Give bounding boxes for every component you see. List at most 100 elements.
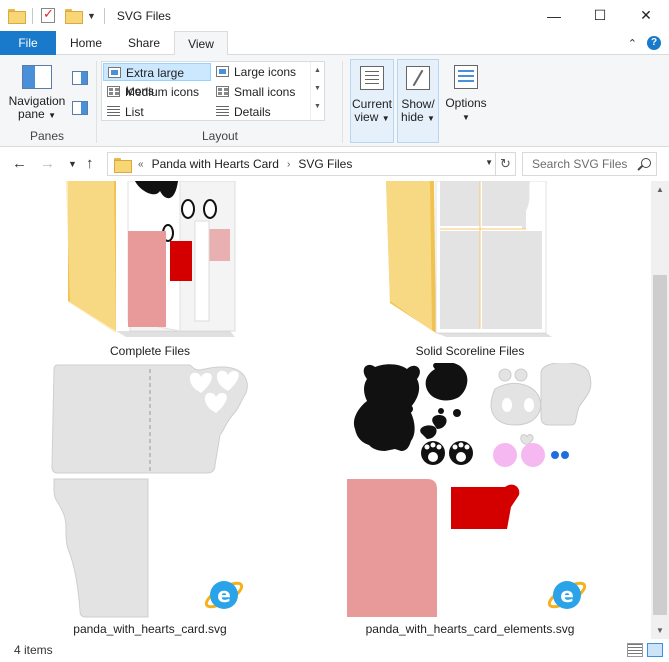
svg-tile-panda-with-hearts-card[interactable]: e: [50, 363, 250, 619]
item-count: 4 items: [14, 643, 53, 657]
chevron-down-icon: ▼: [48, 111, 56, 120]
options-label: Options: [445, 96, 487, 110]
chevron-down-icon: ▼: [381, 114, 390, 123]
file-name[interactable]: panda_with_hearts_card_elements.svg: [355, 622, 585, 636]
window-title: SVG Files: [116, 8, 171, 23]
tab-home[interactable]: Home: [62, 31, 110, 55]
layout-item-label: List: [125, 105, 144, 119]
svg-tile-panda-with-hearts-card-elements[interactable]: e: [345, 361, 595, 619]
internet-explorer-icon: e: [204, 581, 244, 609]
svg-text:e: e: [217, 583, 231, 607]
breadcrumb-overflow-icon[interactable]: «: [138, 159, 144, 170]
large-icons-view-icon[interactable]: [647, 643, 663, 657]
layout-extra-large-icons[interactable]: Extra large icons: [103, 63, 211, 98]
search-icon: [641, 158, 651, 168]
folder-icon: [114, 157, 132, 173]
file-name[interactable]: panda_with_hearts_card.svg: [60, 622, 240, 636]
current-view-label-2: view: [354, 110, 379, 124]
search-input[interactable]: Search SVG Files: [522, 152, 657, 176]
current-view-icon: [360, 66, 384, 90]
minimize-button[interactable]: —: [531, 0, 577, 31]
layout-gallery-scroll[interactable]: ▲ ▼ ▼: [310, 62, 324, 120]
customize-toolbar-chevron-icon[interactable]: ▼: [87, 11, 96, 21]
ribbon-tabs: File Home Share View ⌃ ?: [0, 31, 669, 56]
search-placeholder: Search SVG Files: [532, 157, 628, 171]
details-icon: [216, 106, 229, 117]
quick-access-toolbar: ▼: [0, 6, 109, 24]
scrollbar-thumb[interactable]: [653, 275, 667, 615]
details-pane-icon[interactable]: [72, 101, 88, 115]
properties-icon[interactable]: [41, 6, 55, 23]
title-bar: ▼ SVG Files — ☐ ✕: [0, 0, 669, 31]
folder-icon: [8, 9, 26, 24]
folder-tile-complete-files[interactable]: [60, 181, 240, 341]
folder-icon: [386, 181, 552, 337]
group-label-panes: Panes: [29, 129, 65, 143]
details-view-icon[interactable]: [627, 643, 643, 657]
navigation-pane-button[interactable]: Navigation pane ▼: [6, 59, 68, 122]
options-icon: [454, 65, 478, 89]
maximize-button[interactable]: ☐: [577, 0, 623, 31]
file-name[interactable]: Solid Scoreline Files: [400, 344, 540, 358]
folder-icon: [66, 181, 236, 337]
show-hide-button[interactable]: Show/ hide ▼: [397, 59, 439, 143]
medium-icons-icon: [107, 86, 120, 97]
chevron-down-icon: ▼: [462, 113, 470, 122]
show-hide-icon: [406, 66, 430, 90]
back-arrow-icon[interactable]: ←: [12, 155, 27, 172]
navigation-pane-icon: [22, 65, 52, 89]
recent-locations-chevron-icon[interactable]: ▼: [68, 159, 77, 169]
group-label-layout: Layout: [201, 129, 239, 143]
divider: [103, 7, 105, 24]
divider: [32, 7, 33, 24]
address-bar[interactable]: « Panda with Hearts Card › SVG Files ▼ ↻: [107, 152, 516, 176]
tab-view[interactable]: View: [174, 31, 228, 56]
internet-explorer-icon: e: [547, 581, 587, 609]
navigation-pane-label-2: pane: [18, 107, 45, 121]
current-view-button[interactable]: Current view ▼: [350, 59, 394, 143]
preview-pane-icon[interactable]: [72, 71, 88, 85]
svg-text:e: e: [560, 583, 574, 607]
tab-share[interactable]: Share: [118, 31, 170, 55]
scroll-up-icon[interactable]: ▲: [651, 185, 669, 194]
list-icon: [107, 106, 120, 117]
ribbon: Navigation pane ▼ Panes Extra large icon…: [0, 55, 669, 147]
divider: [96, 61, 97, 143]
layout-item-label: Small icons: [234, 85, 296, 99]
layout-item-label: Large icons: [234, 65, 297, 79]
address-history-chevron-icon[interactable]: ▼: [485, 158, 493, 167]
layout-details[interactable]: Details: [212, 103, 310, 121]
breadcrumb-panda-with-hearts-card[interactable]: Panda with Hearts Card: [152, 157, 279, 171]
small-icons-icon: [216, 86, 229, 97]
layout-item-label: Details: [234, 105, 271, 119]
layout-list[interactable]: List: [103, 103, 211, 121]
status-bar: 4 items: [0, 639, 669, 662]
layout-large-icons[interactable]: Large icons: [212, 63, 310, 81]
layout-small-icons[interactable]: Small icons: [212, 83, 310, 101]
large-icons-icon: [216, 66, 229, 77]
address-row: ← → ▼ ↑ « Panda with Hearts Card › SVG F…: [0, 147, 669, 181]
scroll-down-icon[interactable]: ▼: [651, 626, 669, 635]
divider: [342, 61, 343, 143]
up-arrow-icon[interactable]: ↑: [86, 155, 94, 172]
folder-tile-solid-scoreline-files[interactable]: [380, 181, 560, 341]
tab-file[interactable]: File: [0, 31, 56, 55]
vertical-scrollbar[interactable]: ▲ ▼: [651, 181, 669, 639]
refresh-icon[interactable]: ↻: [495, 153, 515, 175]
show-hide-label-2: hide: [401, 110, 424, 124]
breadcrumb-separator-icon[interactable]: ›: [287, 159, 290, 170]
layout-item-label: Medium icons: [125, 85, 200, 99]
file-view: Complete Files Solid Scoreline Files e p…: [0, 181, 651, 639]
breadcrumb-svg-files[interactable]: SVG Files: [298, 157, 352, 171]
layout-gallery: Extra large icons Large icons Medium ico…: [101, 61, 325, 121]
collapse-ribbon-icon[interactable]: ⌃: [628, 37, 637, 50]
new-folder-icon[interactable]: [65, 9, 83, 24]
help-icon[interactable]: ?: [647, 36, 661, 50]
forward-arrow-icon[interactable]: →: [40, 155, 55, 172]
options-button[interactable]: Options ▼: [443, 59, 489, 143]
layout-medium-icons[interactable]: Medium icons: [103, 83, 211, 101]
chevron-down-icon: ▼: [427, 114, 435, 123]
file-name[interactable]: Complete Files: [90, 344, 210, 358]
extra-large-icons-icon: [108, 67, 121, 78]
close-button[interactable]: ✕: [623, 0, 669, 31]
